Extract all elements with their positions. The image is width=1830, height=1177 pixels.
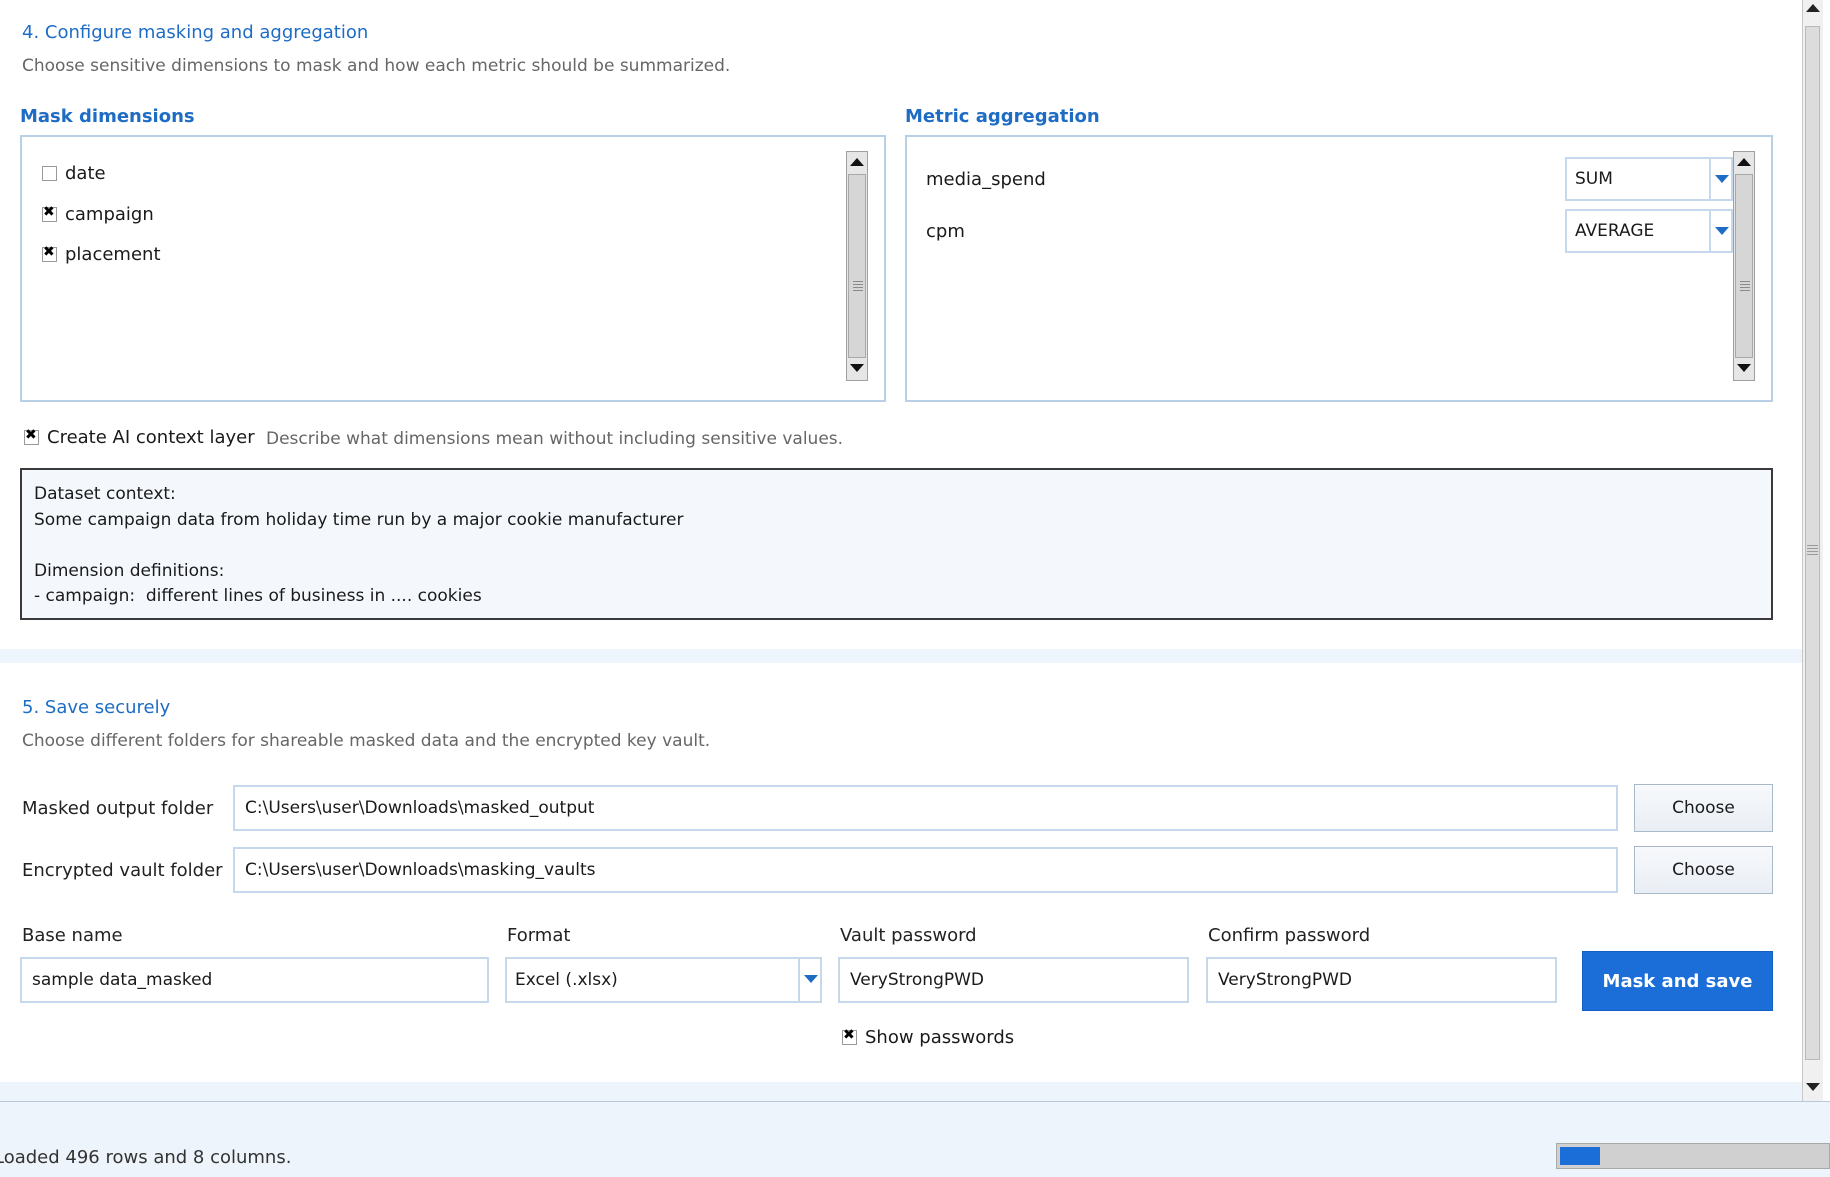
masked-output-field[interactable]: C:\Users\user\Downloads\masked_output xyxy=(233,785,1618,831)
mask-and-save-button[interactable]: Mask and save xyxy=(1582,951,1773,1011)
ai-context-hint: Describe what dimensions mean without in… xyxy=(266,429,844,449)
scroll-down-arrow-icon[interactable] xyxy=(1737,364,1751,372)
ai-context-checkbox[interactable] xyxy=(24,427,39,445)
masked-output-label: Masked output folder xyxy=(22,798,214,819)
mask-list-scrollbar[interactable] xyxy=(846,151,868,381)
aggregation-select-cpm[interactable]: AVERAGE xyxy=(1565,209,1733,253)
vault-folder-label: Encrypted vault folder xyxy=(22,860,223,881)
format-select[interactable]: Excel (.xlsx) xyxy=(505,957,822,1003)
confirm-password-label: Confirm password xyxy=(1208,925,1371,946)
mask-item-label: placement xyxy=(65,244,161,265)
scrollbar-thumb[interactable] xyxy=(1805,26,1820,1060)
chevron-down-icon[interactable] xyxy=(1709,159,1731,199)
section-5-subtitle: Choose different folders for shareable m… xyxy=(22,731,711,751)
metric-aggregation-label: Metric aggregation xyxy=(905,106,1100,127)
section-5-title: 5. Save securely xyxy=(22,697,171,718)
section-4-title: 4. Configure masking and aggregation xyxy=(22,22,369,43)
progress-bar xyxy=(1556,1143,1830,1169)
mask-item-placement[interactable]: placement xyxy=(42,244,161,265)
main-vertical-scrollbar[interactable] xyxy=(1802,0,1823,1101)
metric-aggregation-list[interactable]: media_spend SUM cpm AVERAGE xyxy=(905,135,1773,402)
progress-fill xyxy=(1560,1147,1600,1165)
vault-password-field[interactable]: VeryStrongPWD xyxy=(838,957,1189,1003)
scroll-down-arrow-icon[interactable] xyxy=(1806,1083,1820,1091)
show-passwords-checkbox[interactable] xyxy=(842,1027,857,1045)
vault-password-label: Vault password xyxy=(840,925,977,946)
scroll-up-arrow-icon[interactable] xyxy=(850,158,864,166)
mask-item-campaign[interactable]: campaign xyxy=(42,204,154,225)
choose-masked-output-button[interactable]: Choose xyxy=(1634,784,1773,832)
scroll-up-arrow-icon[interactable] xyxy=(1806,4,1820,12)
ai-context-toggle[interactable]: Create AI context layer xyxy=(24,427,255,448)
ai-context-label: Create AI context layer xyxy=(47,427,255,448)
scrollbar-thumb[interactable] xyxy=(848,174,866,358)
aggregation-value: AVERAGE xyxy=(1575,221,1655,241)
format-value: Excel (.xlsx) xyxy=(515,970,618,990)
format-label: Format xyxy=(507,925,571,946)
aggregation-select-media-spend[interactable]: SUM xyxy=(1565,157,1733,201)
placement-checkbox[interactable] xyxy=(42,244,57,262)
base-name-field[interactable]: sample data_masked xyxy=(20,957,489,1003)
mask-item-label: campaign xyxy=(65,204,154,225)
mask-item-label: date xyxy=(65,163,106,184)
mask-item-date[interactable]: date xyxy=(42,163,106,184)
campaign-checkbox[interactable] xyxy=(42,204,57,222)
scroll-up-arrow-icon[interactable] xyxy=(1737,158,1751,166)
mask-dimensions-list[interactable]: date campaign placement xyxy=(20,135,886,402)
choose-vault-folder-button[interactable]: Choose xyxy=(1634,846,1773,894)
aggregation-value: SUM xyxy=(1575,169,1613,189)
show-passwords-label: Show passwords xyxy=(865,1027,1015,1048)
vault-folder-field[interactable]: C:\Users\user\Downloads\masking_vaults xyxy=(233,847,1618,893)
metric-name-cpm: cpm xyxy=(926,221,965,242)
chevron-down-icon[interactable] xyxy=(798,959,820,1001)
grip-icon xyxy=(853,281,863,293)
base-name-label: Base name xyxy=(22,925,123,946)
status-text: Loaded 496 rows and 8 columns. xyxy=(0,1147,292,1168)
mask-dimensions-label: Mask dimensions xyxy=(20,106,195,127)
section-divider xyxy=(0,649,1802,663)
metric-list-scrollbar[interactable] xyxy=(1733,151,1755,381)
scroll-down-arrow-icon[interactable] xyxy=(850,364,864,372)
confirm-password-field[interactable]: VeryStrongPWD xyxy=(1206,957,1557,1003)
show-passwords-toggle[interactable]: Show passwords xyxy=(842,1027,1014,1048)
chevron-down-icon[interactable] xyxy=(1709,211,1731,251)
bottom-band xyxy=(0,1082,1802,1101)
main-scroll-area: 4. Configure masking and aggregation Cho… xyxy=(0,0,1802,1101)
section-4-subtitle: Choose sensitive dimensions to mask and … xyxy=(22,56,731,76)
date-checkbox[interactable] xyxy=(42,166,57,181)
grip-icon xyxy=(1807,545,1818,557)
context-textarea[interactable]: Dataset context: Some campaign data from… xyxy=(20,468,1773,620)
scrollbar-thumb[interactable] xyxy=(1735,174,1753,358)
metric-name-media-spend: media_spend xyxy=(926,169,1046,190)
grip-icon xyxy=(1740,281,1750,293)
